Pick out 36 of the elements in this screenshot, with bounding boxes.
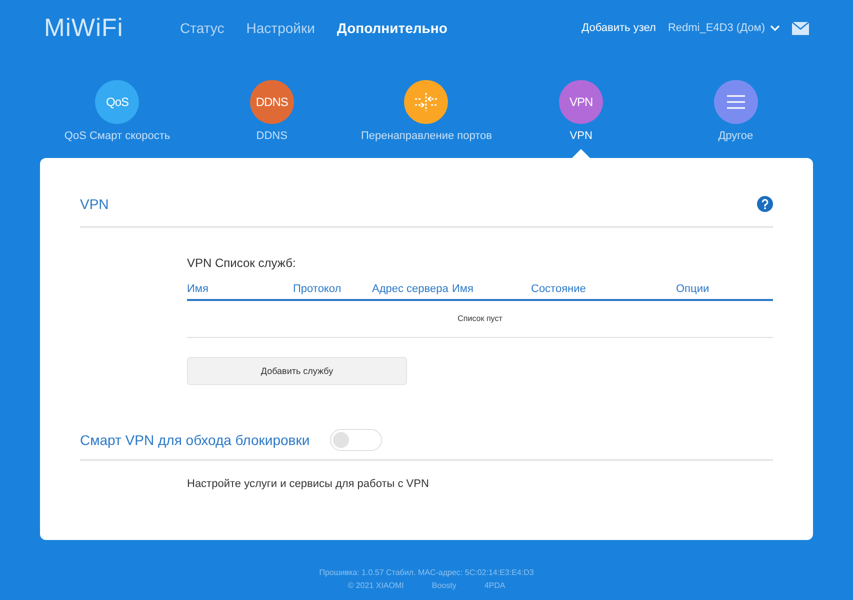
feature-icon[interactable]: DDNS: [250, 80, 294, 124]
footer-link[interactable]: 4PDA: [484, 581, 506, 590]
feature-label[interactable]: QoS Смарт скорость: [64, 130, 170, 142]
column-header: Состояние: [531, 283, 587, 295]
list-title: VPN Список служб:: [187, 256, 297, 270]
column-header: Имя: [187, 283, 210, 295]
mail-icon[interactable]: [792, 22, 809, 34]
nav-tab[interactable]: Дополнительно: [336, 20, 448, 36]
add-node-link[interactable]: Добавить узел: [582, 22, 656, 34]
note-text: Настройте услуги и сервисы для работы с VPN: [187, 478, 430, 490]
add-service-button[interactable]: Добавить службу: [187, 357, 407, 385]
column-header: Адрес сервера: [372, 283, 450, 295]
feature-icon[interactable]: QoS: [95, 80, 140, 124]
feature-icon[interactable]: [404, 80, 448, 124]
firmware-info: Прошивка: 1.0.57 Стабил. MAC-адрес: 5C:02:14:E3:E4:D3: [319, 568, 534, 577]
toggle-switch[interactable]: [330, 429, 382, 451]
feature-label[interactable]: DDNS: [256, 130, 288, 142]
nav-tab[interactable]: Статус: [180, 20, 224, 36]
feature-icon[interactable]: VPN: [559, 80, 604, 124]
column-header: Имя: [452, 283, 474, 295]
section-title: Смарт VPN для обхода блокировки: [80, 432, 310, 448]
help-icon[interactable]: [757, 196, 773, 212]
nav-tab[interactable]: Настройки: [246, 20, 315, 36]
feature-icon[interactable]: [714, 80, 758, 124]
feature-label[interactable]: VPN: [570, 130, 592, 142]
column-header: Опции: [676, 283, 710, 295]
empty-message: Список пуст: [458, 314, 502, 323]
logo: MiWiFi: [44, 14, 124, 42]
footer-link[interactable]: © 2021 XIAOMI: [348, 581, 404, 590]
column-header: Протокол: [293, 283, 342, 295]
feature-label[interactable]: Перенаправление портов: [360, 130, 492, 142]
router-dropdown[interactable]: Redmi_E4D3 (Дом): [668, 22, 780, 34]
footer-link[interactable]: Boosty: [432, 581, 456, 590]
section-title: VPN: [80, 196, 109, 212]
feature-label[interactable]: Другое: [718, 130, 754, 142]
chevron-down-icon: [770, 24, 780, 32]
